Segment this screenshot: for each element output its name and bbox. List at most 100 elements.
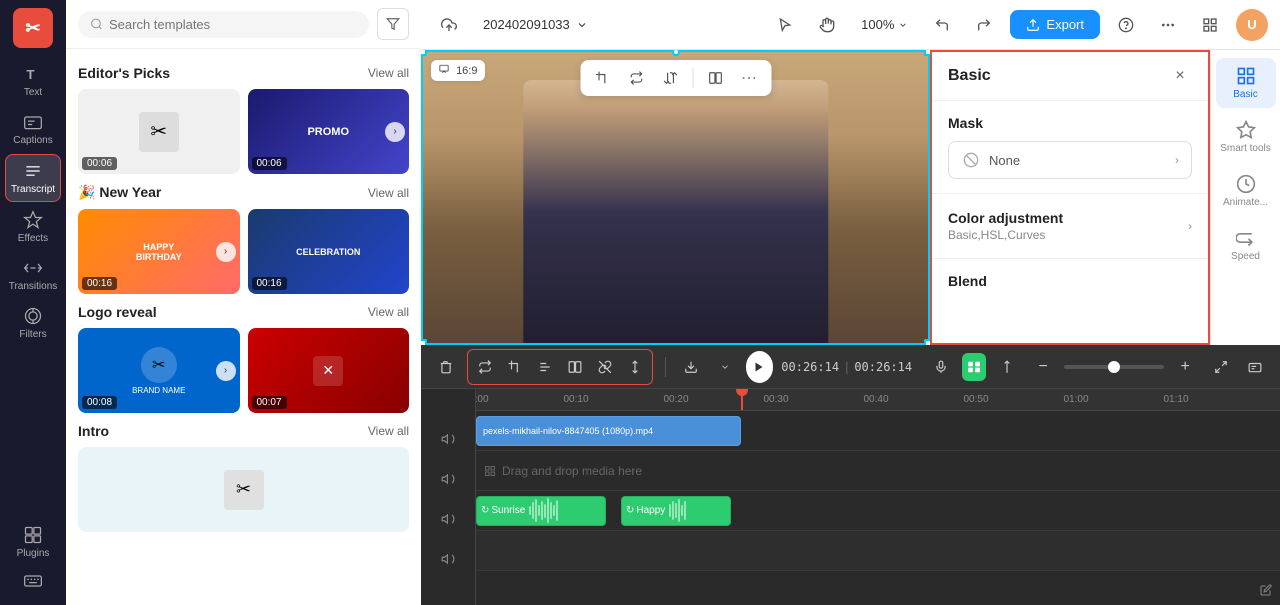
color-adj-subtitle: Basic,HSL,Curves (948, 228, 1063, 242)
template-arrow-icon: › (216, 242, 236, 262)
layout-button[interactable] (1194, 9, 1226, 41)
template-card[interactable]: ✂ 00:06 (78, 89, 240, 174)
zoom-level: 100% (861, 17, 894, 32)
mask-selector[interactable]: None › (948, 141, 1192, 179)
audio-clip-happy[interactable]: ↻ Happy (621, 496, 731, 526)
crop-button[interactable] (588, 64, 616, 92)
sidebar-item-transitions[interactable]: Transitions (5, 252, 61, 298)
user-avatar[interactable]: U (1236, 9, 1268, 41)
sidebar-item-plugins[interactable]: Plugins (5, 519, 61, 565)
tab-animate[interactable]: Animate... (1216, 166, 1276, 216)
playhead[interactable] (741, 389, 743, 410)
timeline-tracks: 00:00 00:10 00:20 00:30 00:40 00:50 01:0… (476, 389, 1280, 605)
fullscreen-button[interactable] (1208, 352, 1234, 382)
corner-handle-bl[interactable] (421, 339, 427, 345)
sidebar-item-filters[interactable]: Filters (5, 300, 61, 346)
color-adj-info: Color adjustment Basic,HSL,Curves (948, 210, 1063, 242)
tab-smart-tools[interactable]: Smart tools (1216, 112, 1276, 162)
template-card[interactable]: HAPPYBIRTHDAY › 00:16 (78, 209, 240, 294)
template-card[interactable]: ✕ 00:07 (248, 328, 410, 413)
mask-label: Mask (948, 115, 1192, 131)
intro-view-all[interactable]: View all (368, 424, 409, 438)
sidebar-item-effects[interactable]: Effects (5, 204, 61, 250)
mask-section: Mask None › (932, 101, 1208, 194)
template-card[interactable]: ✂ BRAND NAME › 00:08 (78, 328, 240, 413)
flip-v-button[interactable] (656, 64, 684, 92)
play-icon (753, 361, 765, 373)
delete-button[interactable] (433, 352, 459, 382)
sidebar-item-captions[interactable]: Captions (5, 106, 61, 152)
help-button[interactable] (1110, 9, 1142, 41)
trim-button[interactable] (994, 352, 1020, 382)
logo-reveal-view-all[interactable]: View all (368, 305, 409, 319)
split-timeline-button[interactable] (560, 352, 590, 382)
preview-toolbar: ⋯ (580, 60, 771, 96)
download-options-button[interactable] (712, 352, 738, 382)
filter-button[interactable] (377, 8, 409, 40)
redo-icon (976, 17, 992, 33)
template-card[interactable]: ✂ (78, 447, 409, 532)
tab-speed[interactable]: Speed (1216, 220, 1276, 270)
edge-handle-top[interactable] (672, 50, 680, 56)
new-year-view-all[interactable]: View all (368, 186, 409, 200)
export-button[interactable]: Export (1010, 10, 1100, 39)
time-marker-40: 00:40 (863, 394, 888, 405)
project-name-button[interactable]: 202402091033 (475, 13, 596, 36)
caption-view-button[interactable] (1242, 352, 1268, 382)
search-input-wrap[interactable] (78, 11, 369, 38)
unlink-button[interactable] (590, 352, 620, 382)
time-marker-20: 00:20 (663, 394, 688, 405)
template-card[interactable]: PROMO › 00:06 (248, 89, 410, 174)
more-actions-button[interactable]: ⋯ (735, 64, 763, 92)
properties-close-button[interactable]: × (1168, 64, 1192, 88)
corner-handle-tl[interactable] (421, 50, 427, 56)
download-button[interactable] (678, 352, 704, 382)
microphone-button[interactable] (928, 352, 954, 382)
resize-timeline-button[interactable] (620, 352, 650, 382)
audio-clip-sunrise[interactable]: ↻ Sunrise (476, 496, 606, 526)
undo-button[interactable] (926, 9, 958, 41)
more-options-button[interactable] (1152, 9, 1184, 41)
hand-tool-button[interactable] (811, 9, 843, 41)
empty-track (476, 531, 1280, 571)
zoom-thumb[interactable] (1108, 361, 1120, 373)
crop-timeline-button[interactable] (500, 352, 530, 382)
top-bar: 202402091033 100% Export (421, 0, 1280, 50)
app-logo[interactable]: ✂ (13, 8, 53, 48)
search-icon (90, 17, 103, 31)
crop-icon (595, 71, 609, 85)
loop-button[interactable] (470, 352, 500, 382)
volume-icon-3 (441, 512, 455, 526)
search-input[interactable] (109, 17, 357, 32)
sidebar-item-filters-label: Filters (19, 329, 46, 340)
time-marker-50: 00:50 (963, 394, 988, 405)
upload-button[interactable] (433, 9, 465, 41)
template-card[interactable]: CELEBRATION 00:16 (248, 209, 410, 294)
logo-reveal-row: ✂ BRAND NAME › 00:08 ✕ 00:07 (78, 328, 409, 413)
aspect-icon (439, 64, 449, 74)
volume-icon-4 (441, 552, 455, 566)
editors-picks-view-all[interactable]: View all (368, 66, 409, 80)
split-view-button[interactable] (701, 64, 729, 92)
filters-icon (23, 306, 43, 326)
editors-picks-title: Editor's Picks (78, 65, 170, 81)
play-button[interactable] (746, 351, 774, 383)
color-adj-row[interactable]: Color adjustment Basic,HSL,Curves › (948, 208, 1192, 244)
video-clip[interactable]: pexels-mikhail-nilov-8847405 (1080p).mp4 (476, 416, 741, 446)
color-adj-arrow-icon: › (1188, 219, 1192, 233)
sidebar-item-keyboard[interactable] (5, 565, 61, 597)
flip-h-button[interactable] (622, 64, 650, 92)
tab-basic[interactable]: Basic (1216, 58, 1276, 108)
select-tool-button[interactable] (769, 9, 801, 41)
sidebar-item-text[interactable]: T Text (5, 58, 61, 104)
zoom-out-button[interactable]: − (1028, 352, 1058, 382)
flip-timeline-button[interactable] (530, 352, 560, 382)
sidebar-item-transcript[interactable]: Transcript (5, 154, 61, 202)
color-adj-title: Color adjustment (948, 210, 1063, 226)
zoom-in-button[interactable]: + (1170, 352, 1200, 382)
fullscreen-icon (1214, 360, 1228, 374)
redo-button[interactable] (968, 9, 1000, 41)
toolbar-separator (692, 68, 693, 88)
zoom-control[interactable]: 100% (853, 13, 916, 36)
ai-button[interactable] (962, 353, 986, 381)
